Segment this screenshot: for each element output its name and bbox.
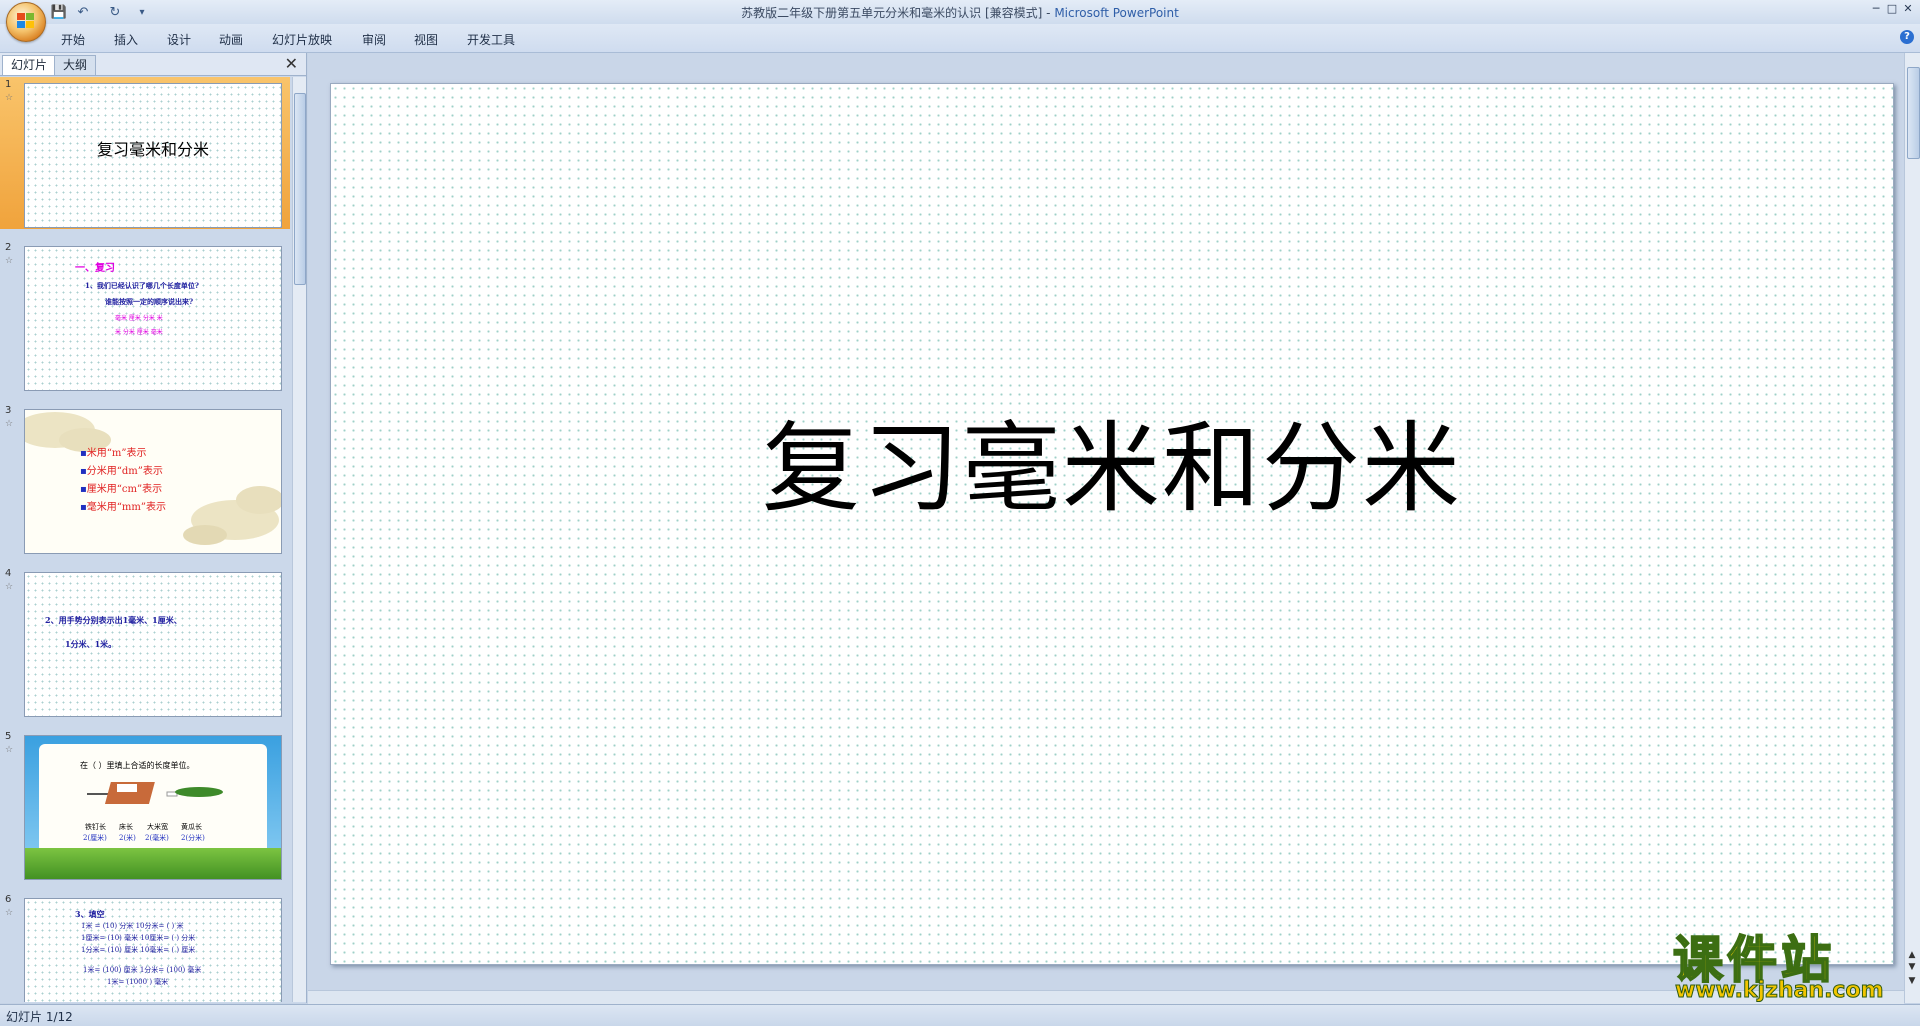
window-title: 苏教版二年级下册第五单元分米和毫米的认识 [兼容模式] - Microsoft … bbox=[741, 6, 1179, 20]
animation-star-icon: ☆ bbox=[5, 908, 14, 918]
animation-star-icon: ☆ bbox=[5, 745, 14, 755]
thumbnail-text: 3、填空 bbox=[75, 909, 105, 919]
ribbon-tabs: 开始 插入 设计 动画 幻灯片放映 审阅 视图 开发工具 ? bbox=[0, 24, 1920, 53]
slide-title[interactable]: 复习毫米和分米 bbox=[331, 389, 1893, 531]
animation-star-icon: ☆ bbox=[5, 582, 14, 592]
animation-star-icon: ☆ bbox=[5, 93, 14, 103]
tab-slideshow[interactable]: 幻灯片放映 bbox=[272, 31, 332, 48]
save-icon[interactable]: 💾 bbox=[50, 3, 68, 21]
thumbnail-slide-3[interactable]: 3 ☆ ▪米用“m”表示 ▪分米用“dm”表示 ▪厘米用“cm”表示 ▪毫米用“… bbox=[0, 403, 290, 555]
undo-icon[interactable]: ↶ bbox=[74, 3, 92, 21]
slide-number: 6 bbox=[5, 894, 12, 905]
thumbnail-text: 米 分米 厘米 毫米 bbox=[115, 329, 163, 336]
tab-outline[interactable]: 大纲 bbox=[54, 55, 97, 75]
scrollbar-thumb[interactable] bbox=[1907, 67, 1920, 159]
customize-qat-icon[interactable]: ▾ bbox=[136, 3, 148, 21]
thumbnail-image: 在（ ）里填上合适的长度单位。 铁钉长 床长 大米宽 黄瓜长 2(厘米) 2(米… bbox=[24, 735, 282, 880]
thumbnail-image: 复习毫米和分米 bbox=[24, 83, 282, 228]
thumbnail-text: 1分米、1米。 bbox=[65, 639, 117, 649]
thumbnail-text: 1厘米= (10) 毫米 10厘米= ( ) 分米 bbox=[81, 934, 196, 942]
animation-star-icon: ☆ bbox=[5, 419, 14, 429]
slide-counter: 幻灯片 1/12 bbox=[6, 1010, 73, 1024]
objects-illustration bbox=[87, 782, 223, 804]
thumbnail-image: 一、复习 1、我们已经认识了哪几个长度单位? 谁能按照一定的顺序说出来? 毫米 … bbox=[24, 246, 282, 391]
thumbnail-image: ▪米用“m”表示 ▪分米用“dm”表示 ▪厘米用“cm”表示 ▪毫米用“mm”表… bbox=[24, 409, 282, 554]
thumbnail-text: 2、用手势分别表示出1毫米、1厘米、 bbox=[45, 615, 182, 625]
slide-number: 1 bbox=[5, 79, 12, 90]
thumbnail-slide-6[interactable]: 6 ☆ 3、填空 1米 = (10) 分米 10分米= ( ) 米 1厘米= (… bbox=[0, 892, 290, 1002]
thumbnail-slide-5[interactable]: 5 ☆ 在（ ）里填上合适的长度单位。 铁钉长 床长 大米宽 黄瓜长 2(厘米) bbox=[0, 729, 290, 881]
redo-icon[interactable]: ↻ bbox=[106, 3, 124, 21]
title-bar: 苏教版二年级下册第五单元分米和毫米的认识 [兼容模式] - Microsoft … bbox=[0, 0, 1920, 25]
thumbnail-text: 一、复习 bbox=[75, 263, 115, 274]
thumbnail-text: 2(米) bbox=[119, 834, 136, 842]
close-window-button[interactable]: ✕ bbox=[1900, 2, 1916, 16]
tab-slides[interactable]: 幻灯片 bbox=[2, 55, 57, 75]
tab-home[interactable]: 开始 bbox=[61, 31, 85, 48]
tab-insert[interactable]: 插入 bbox=[114, 31, 138, 48]
close-icon[interactable]: ✕ bbox=[285, 54, 298, 73]
thumbnail-scrollbar[interactable] bbox=[292, 77, 306, 1002]
office-button[interactable] bbox=[6, 2, 46, 42]
thumbnail-text: 在（ ）里填上合适的长度单位。 bbox=[80, 761, 195, 770]
slide-number: 4 bbox=[5, 568, 12, 579]
thumbnail-image: 3、填空 1米 = (10) 分米 10分米= ( ) 米 1厘米= (10) … bbox=[24, 898, 282, 1002]
tab-view[interactable]: 视图 bbox=[414, 31, 438, 48]
thumbnail-slide-1[interactable]: 1 ☆ 复习毫米和分米 bbox=[0, 77, 290, 229]
thumbnail-title: 复习毫米和分米 bbox=[96, 140, 209, 159]
thumbnail-text: 1米 = (10) 分米 10分米= ( ) 米 bbox=[81, 922, 184, 930]
watermark-logo: 课件站 www.kjzhan.com bbox=[1665, 920, 1905, 1004]
tab-developer[interactable]: 开发工具 bbox=[467, 31, 515, 48]
thumbnail-text: ▪厘米用“cm”表示 bbox=[80, 484, 163, 495]
panel-tabs: 幻灯片 大纲 ✕ bbox=[0, 53, 306, 76]
thumbnail-text: 1分米= (10) 厘米 10毫米= ( ) 厘米 bbox=[81, 946, 196, 954]
animation-star-icon: ☆ bbox=[5, 256, 14, 266]
thumbnail-image: 2、用手势分别表示出1毫米、1厘米、 1分米、1米。 bbox=[24, 572, 282, 717]
status-bar: 幻灯片 1/12 bbox=[0, 1004, 1920, 1026]
tab-animation[interactable]: 动画 bbox=[219, 31, 243, 48]
thumbnail-text: 毫米 厘米 分米 米 bbox=[115, 315, 163, 322]
next-slide-icon[interactable]: ▼ bbox=[1906, 962, 1918, 972]
thumbnail-text: ▪米用“m”表示 bbox=[80, 448, 147, 459]
slide-number: 5 bbox=[5, 731, 12, 742]
tab-design[interactable]: 设计 bbox=[167, 31, 191, 48]
thumbnail-text: 2(分米) bbox=[181, 834, 205, 842]
thumbnail-grass bbox=[25, 848, 281, 879]
minimize-button[interactable]: ─ bbox=[1868, 2, 1884, 16]
restore-button[interactable]: □ bbox=[1884, 2, 1900, 16]
thumbnail-text: 谁能按照一定的顺序说出来? bbox=[105, 297, 194, 306]
slide-number: 3 bbox=[5, 405, 12, 416]
thumbnail-text: 1米= (1000 ) 毫米 bbox=[107, 978, 169, 986]
thumbnail-list: 1 ☆ 复习毫米和分米 2 ☆ 一、复习 1、我们已经认识了哪几个长度单位? 谁… bbox=[0, 77, 290, 1002]
thumbnail-text: 2(毫米) bbox=[145, 834, 169, 842]
scrollbar-thumb[interactable] bbox=[294, 93, 306, 285]
thumbnail-text: 黄瓜长 bbox=[181, 823, 202, 831]
editor-scrollbar[interactable] bbox=[1904, 53, 1920, 1003]
thumbnail-text: ▪分米用“dm”表示 bbox=[80, 466, 163, 477]
scroll-down-icon[interactable]: ▼ bbox=[1906, 976, 1918, 986]
slide-number: 2 bbox=[5, 242, 12, 253]
thumbnail-text: 2(厘米) bbox=[83, 834, 107, 842]
slide-canvas[interactable]: 复习毫米和分米 bbox=[330, 83, 1894, 965]
thumbnail-slide-4[interactable]: 4 ☆ 2、用手势分别表示出1毫米、1厘米、 1分米、1米。 bbox=[0, 566, 290, 718]
previous-slide-icon[interactable]: ▲ bbox=[1906, 950, 1918, 960]
slides-panel: 幻灯片 大纲 ✕ 1 ☆ 复习毫米和分米 2 ☆ 一、复习 1、我们已经认识了哪… bbox=[0, 53, 307, 1003]
thumbnail-text: 大米宽 bbox=[147, 823, 168, 831]
thumbnail-text: 1米= (100) 厘米 1分米= (100) 毫米 bbox=[83, 966, 202, 974]
thumbnail-text: ▪毫米用“mm”表示 bbox=[80, 502, 166, 513]
thumbnail-slide-2[interactable]: 2 ☆ 一、复习 1、我们已经认识了哪几个长度单位? 谁能按照一定的顺序说出来?… bbox=[0, 240, 290, 392]
office-logo-icon bbox=[17, 13, 34, 28]
thumbnail-text: 1、我们已经认识了哪几个长度单位? bbox=[85, 281, 199, 290]
thumbnail-text: 铁钉长 bbox=[85, 823, 106, 831]
watermark-url: www.kjzhan.com bbox=[1675, 978, 1885, 1004]
help-icon[interactable]: ? bbox=[1900, 30, 1914, 44]
tab-review[interactable]: 审阅 bbox=[362, 31, 386, 48]
thumbnail-text: 床长 bbox=[119, 823, 133, 831]
